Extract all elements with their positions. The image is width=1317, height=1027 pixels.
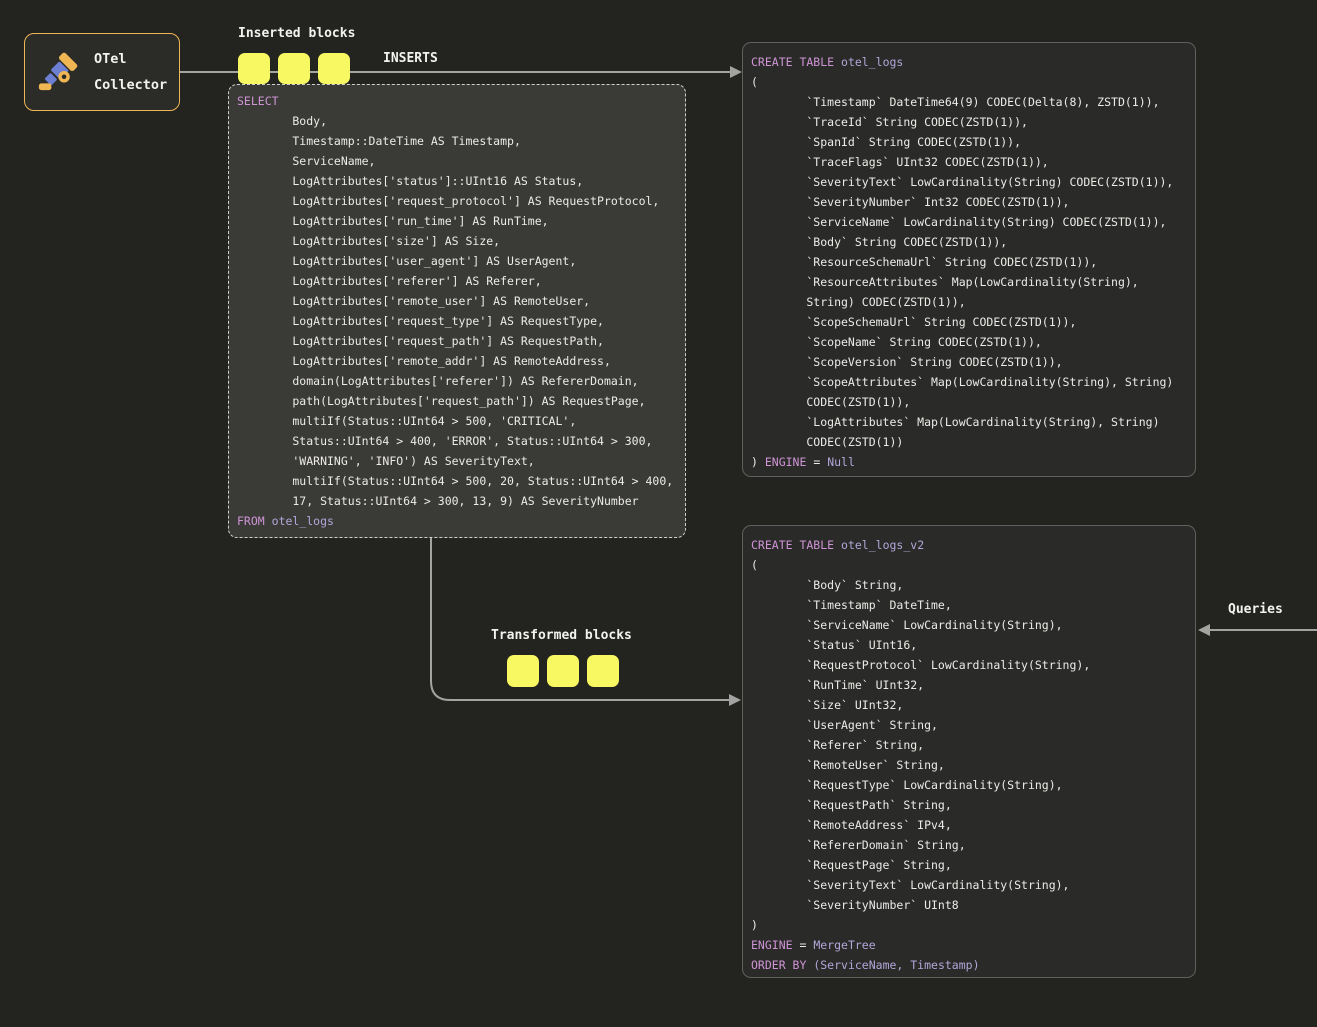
queries-label: Queries [1228,602,1283,617]
inserted-block [318,53,350,84]
create-table-otel-logs-block: CREATE TABLE otel_logs ( `Timestamp` Dat… [742,42,1196,477]
telescope-icon [37,47,83,97]
create-table-otel-logs-code: CREATE TABLE otel_logs ( `Timestamp` Dat… [751,52,1187,472]
otel-collector-box: OTel Collector [24,33,180,111]
inserts-label: INSERTS [383,51,438,66]
queries-arrowhead-icon [1198,624,1210,636]
collector-label-line1: OTel [94,46,167,72]
inserts-arrowhead-icon [730,66,742,78]
inserted-block [278,53,310,84]
create-table-otel-logs-v2-code: CREATE TABLE otel_logs_v2 ( `Body` Strin… [751,535,1187,975]
create-table-otel-logs-v2-block: CREATE TABLE otel_logs_v2 ( `Body` Strin… [742,525,1196,978]
inserted-blocks-label: Inserted blocks [238,26,355,41]
collector-label-line2: Collector [94,72,167,98]
select-query-block: SELECT Body, Timestamp::DateTime AS Time… [228,84,686,538]
inserted-block [238,53,270,84]
transform-arrow-line [431,538,729,700]
transformed-block [587,655,619,687]
transform-arrowhead-icon [729,694,741,706]
transformed-blocks-label: Transformed blocks [491,628,632,643]
collector-label: OTel Collector [94,46,167,98]
select-query-code: SELECT Body, Timestamp::DateTime AS Time… [237,91,677,531]
transformed-block [507,655,539,687]
diagram-canvas: OTel Collector Inserted blocks INSERTS S… [0,0,1317,1027]
transformed-block [547,655,579,687]
